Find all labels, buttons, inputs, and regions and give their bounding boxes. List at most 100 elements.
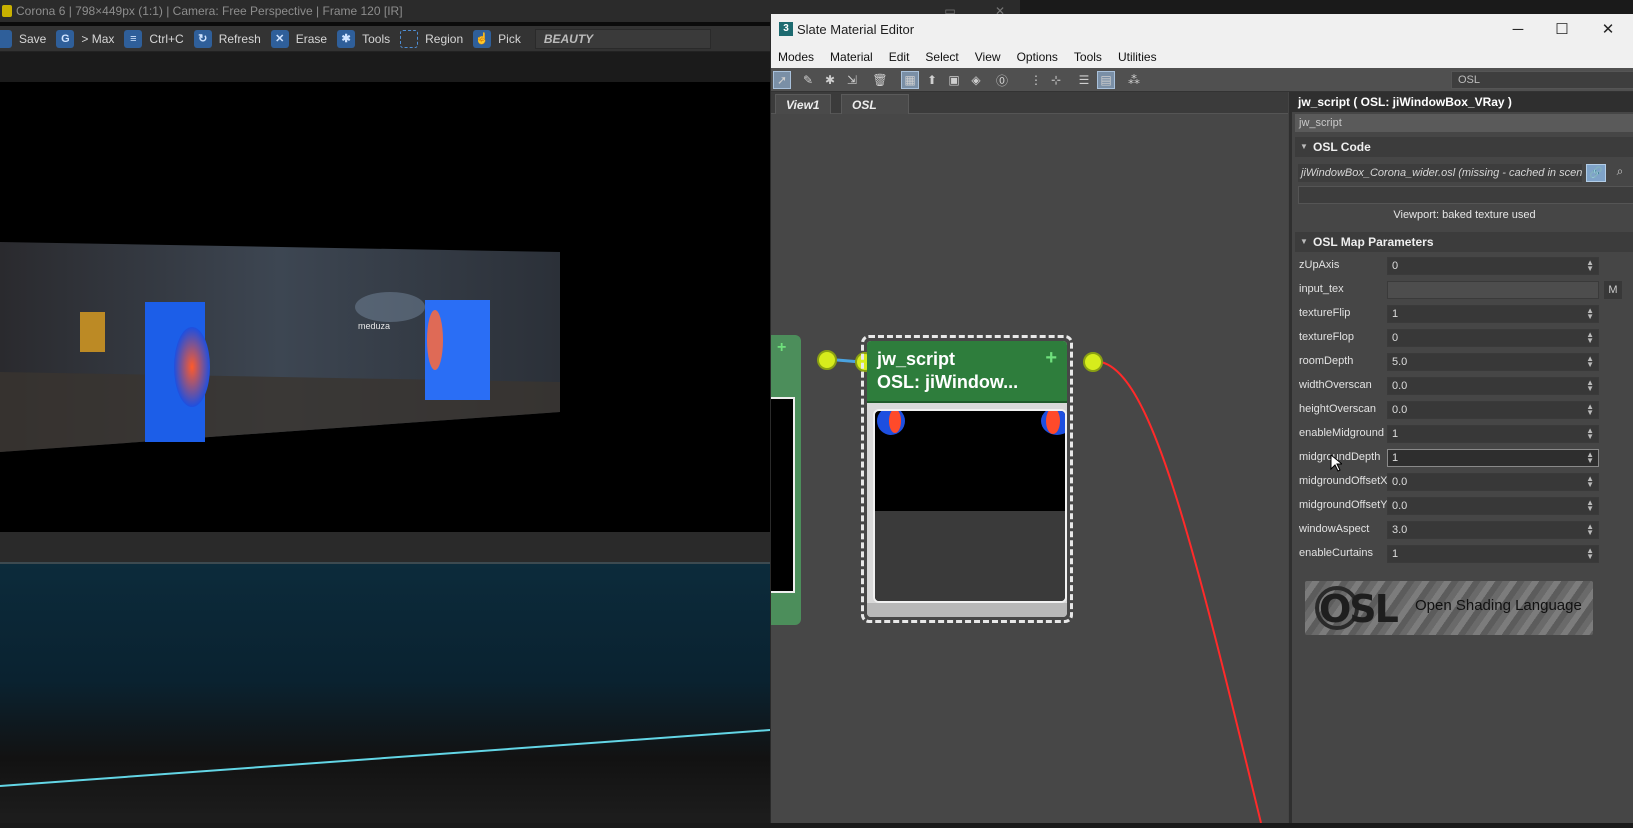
viewport-note: Viewport: baked texture used [1393,209,1536,221]
osl-logo-mark: OSL [1319,587,1399,631]
save-icon [0,29,12,48]
param-field-textureflop[interactable]: 0 ▲ ▼ [1387,329,1599,347]
pick-button[interactable]: ☝ Pick [473,26,521,52]
menu-modes[interactable]: Modes [778,50,814,64]
menu-material[interactable]: Material [830,50,873,64]
to-max-label: > Max [81,31,115,46]
map-button[interactable]: M [1604,281,1622,299]
param-field-roomdepth[interactable]: 5.0 ▲ ▼ [1387,353,1599,371]
spinner-icon[interactable]: ▲ ▼ [1586,307,1594,321]
param-label: roomDepth [1299,355,1354,367]
minimize-button[interactable]: ─ [1496,14,1540,46]
menu-options[interactable]: Options [1017,50,1058,64]
maximize-button[interactable]: ☐ [1540,14,1584,46]
erase-button[interactable]: ✕ Erase [270,26,327,52]
render-canvas[interactable]: meduza [0,82,770,532]
param-field-zupaxis[interactable]: 0 ▲ ▼ [1387,257,1599,275]
spinner-icon[interactable]: ▲ ▼ [1586,331,1594,345]
material-map-browser-icon[interactable]: ☰ [1075,71,1093,89]
param-field-midgroundoffsety[interactable]: 0.0 ▲ ▼ [1387,497,1599,515]
hide-unused-icon[interactable]: ⬆ [923,71,941,89]
param-field-input-tex[interactable] [1387,281,1599,299]
corona-vfb-window: meduza [0,0,771,823]
move-children-icon[interactable]: ▦ [901,71,919,89]
output-socket[interactable] [1083,352,1103,372]
menu-tools[interactable]: Tools [1074,50,1102,64]
node-expand-icon[interactable]: + [1045,347,1057,370]
render-pass-dropdown[interactable]: BEAUTY [534,28,711,49]
param-row: midgroundDepth 1 ▲ ▼ [1292,446,1633,472]
select-tool-icon[interactable]: ➚ [773,71,791,89]
param-label: zUpAxis [1299,259,1340,271]
param-row: heightOverscan 0.0 ▲ ▼ [1292,398,1633,422]
tools-button[interactable]: ✱ Tools [337,26,390,52]
max-app-icon: 3 [779,22,793,36]
to-max-icon: G [56,29,75,48]
spinner-icon[interactable]: ▲ ▼ [1586,475,1594,489]
param-row: zUpAxis 0 ▲ ▼ [1292,254,1633,278]
menu-select[interactable]: Select [925,50,958,64]
tab-osl[interactable]: OSL [841,94,909,114]
background-icon[interactable]: ◈ [967,71,985,89]
parameter-editor-title: jw_script ( OSL: jiWindowBox_VRay ) [1292,92,1633,112]
link-icon[interactable]: 🔗 [1586,164,1606,182]
show-map-icon[interactable]: ▣ [945,71,963,89]
region-button[interactable]: Region [400,26,463,52]
region-label: Region [425,31,464,46]
viewport-toggle-icon[interactable]: ⓪ [993,71,1011,89]
refresh-button[interactable]: ↻ Refresh [193,26,261,52]
param-field-enablecurtains[interactable]: 1 ▲ ▼ [1387,545,1599,563]
parameter-editor-icon[interactable]: ▤ [1097,71,1115,89]
tab-view1[interactable]: View1 [775,94,831,114]
param-row: textureFlop 0 ▲ ▼ [1292,326,1633,350]
select-by-material-icon[interactable]: ⁂ [1125,71,1143,89]
spinner-icon[interactable]: ▲ ▼ [1586,355,1594,369]
node-view[interactable]: + jw_script OSL: jiWindow... + [771,114,1288,823]
spinner-icon[interactable]: ▲ ▼ [1586,451,1594,465]
param-value: 5.0 [1392,356,1408,368]
spinner-icon[interactable]: ▲ ▼ [1586,379,1594,393]
osl-file-path[interactable]: jiWindowBox_Corona_wider.osl (missing - … [1298,164,1582,182]
param-field-windowaspect[interactable]: 3.0 ▲ ▼ [1387,521,1599,539]
delete-icon[interactable]: 🗑 [871,71,889,89]
spinner-icon[interactable]: ▲ ▼ [1586,499,1594,513]
layout-all-icon[interactable]: ⋮ [1027,71,1045,89]
menu-utilities[interactable]: Utilities [1118,50,1157,64]
copy-button[interactable]: ≡ Ctrl+C [124,26,184,52]
render-image: meduza [0,242,560,452]
search-icon[interactable]: ⌕ [1610,164,1630,182]
param-value: 0.0 [1392,500,1408,512]
param-field-midgroundoffsetx[interactable]: 0.0 ▲ ▼ [1387,473,1599,491]
pick-material-icon[interactable]: ✱ [821,71,839,89]
viewport-lower [0,562,771,823]
param-label: widthOverscan [1299,379,1372,391]
material-browser-search[interactable]: OSL [1451,71,1633,89]
spinner-icon[interactable]: ▲ ▼ [1586,403,1594,417]
spinner-icon[interactable]: ▲ ▼ [1586,547,1594,561]
menu-edit[interactable]: Edit [889,50,910,64]
assign-material-icon[interactable]: ⇲ [843,71,861,89]
param-field-midgrounddepth[interactable]: 1 ▲ ▼ [1387,449,1599,467]
layout-children-icon[interactable]: ⊹ [1047,71,1065,89]
to-max-button[interactable]: G > Max [56,26,114,52]
spinner-icon[interactable]: ▲ ▼ [1586,427,1594,441]
param-label: windowAspect [1299,523,1370,535]
close-button[interactable]: ✕ [1586,14,1630,46]
spinner-icon[interactable]: ▲ ▼ [1586,259,1594,273]
param-field-widthoverscan[interactable]: 0.0 ▲ ▼ [1387,377,1599,395]
osl-map-node[interactable]: jw_script OSL: jiWindow... + [861,335,1073,623]
param-field-enablemidground[interactable]: 1 ▲ ▼ [1387,425,1599,443]
spinner-icon[interactable]: ▲ ▼ [1586,523,1594,537]
param-label: enableCurtains [1299,547,1373,559]
param-field-textureflip[interactable]: 1 ▲ ▼ [1387,305,1599,323]
material-name-field[interactable]: jw_script [1295,114,1633,132]
rollout-osl-code[interactable]: OSL Code [1295,137,1633,157]
osl-shader-field[interactable] [1298,186,1633,204]
slate-material-editor: 3 Slate Material Editor ─ ☐ ✕ Modes Mate… [770,14,1633,823]
eyedropper-icon[interactable]: ✎ [799,71,817,89]
menu-view[interactable]: View [975,50,1001,64]
save-button[interactable]: Save [0,26,46,52]
rollout-osl-map-parameters[interactable]: OSL Map Parameters [1295,232,1633,252]
param-field-heightoverscan[interactable]: 0.0 ▲ ▼ [1387,401,1599,419]
node-title: jw_script [877,349,956,369]
